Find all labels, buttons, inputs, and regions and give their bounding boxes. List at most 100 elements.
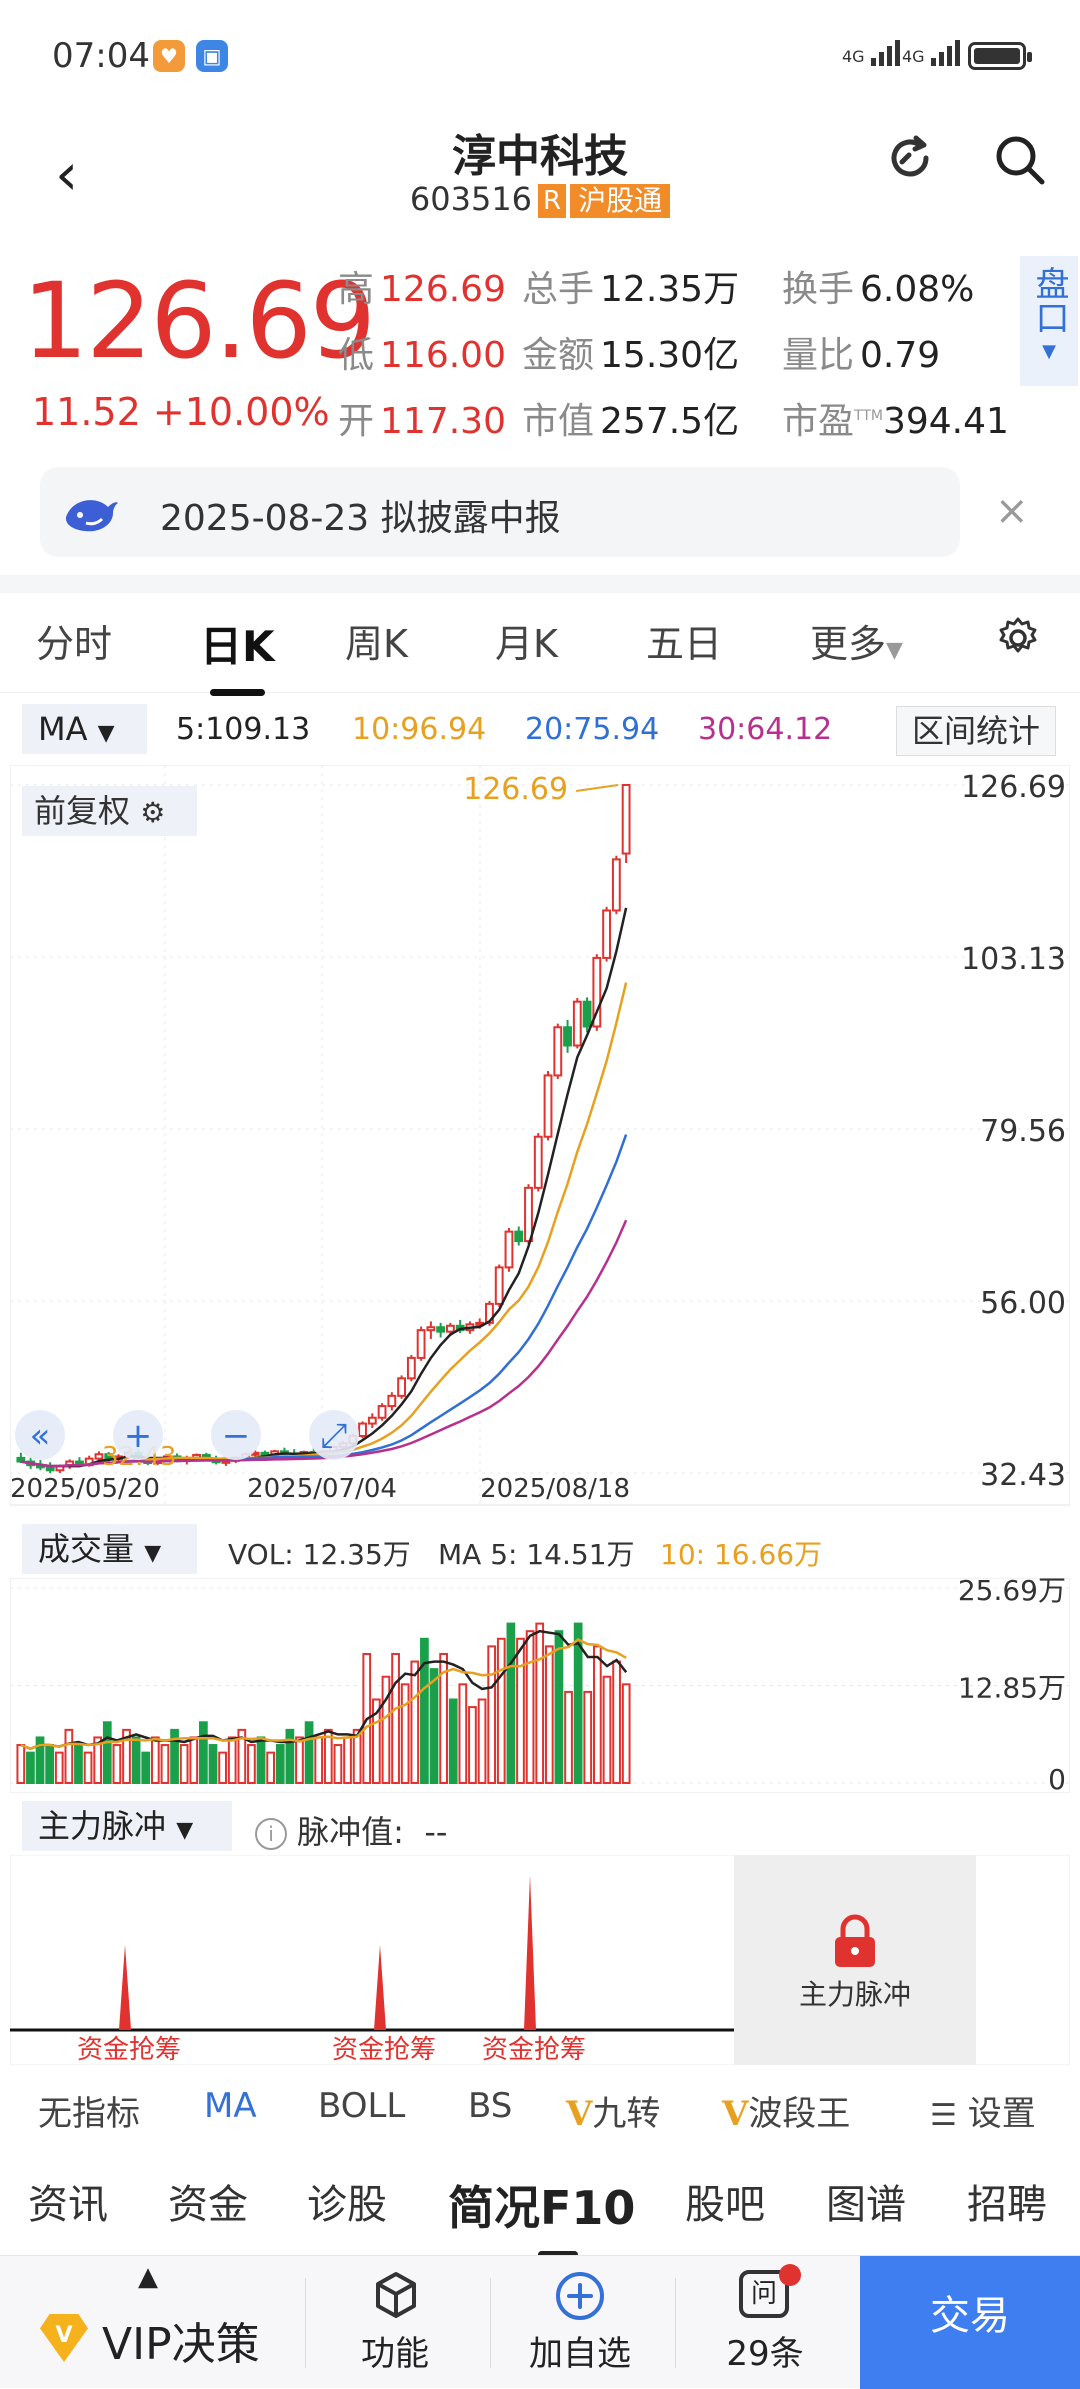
pulse-tag: 资金抢筹 <box>482 2035 586 2065</box>
volume-bar <box>16 1744 26 1784</box>
kline-chart[interactable]: 126.69103.1379.5656.0032.43126.6932.4320… <box>10 765 1070 1525</box>
volume-bar <box>247 1744 256 1784</box>
volume-bar <box>295 1736 304 1784</box>
volume-bar <box>199 1721 208 1785</box>
last-price: 126.69 <box>22 260 376 382</box>
ind-boll[interactable]: BOLL <box>318 2086 405 2126</box>
gear-icon[interactable] <box>995 615 1041 661</box>
range-stats-button[interactable]: 区间统计 <box>896 706 1056 756</box>
candle <box>602 909 612 959</box>
function-button[interactable]: 功能 <box>305 2256 485 2389</box>
plus-circle-icon <box>556 2272 604 2320</box>
trade-button[interactable]: 交易 <box>860 2256 1080 2389</box>
vol-y-label: 12.85万 <box>958 1671 1066 1704</box>
status-bar: 07:04 ♥ ▣ 4G 4G <box>0 0 1080 120</box>
max-marker <box>575 784 619 792</box>
tab-graph[interactable]: 图谱 <box>826 2172 906 2230</box>
volume-bar <box>256 1736 266 1784</box>
candle <box>426 1326 436 1332</box>
candle <box>445 1324 455 1333</box>
tab-jobs[interactable]: 招聘 <box>967 2172 1047 2230</box>
volume-bar <box>218 1751 227 1784</box>
quote-market-cap: 市值 257.5亿 <box>522 401 740 442</box>
badge-hgt: 沪股通 <box>570 184 671 218</box>
tab-forum[interactable]: 股吧 <box>685 2172 765 2230</box>
tab-f10[interactable]: 简况F10 <box>448 2172 635 2258</box>
ind-bs[interactable]: BS <box>468 2086 512 2126</box>
battery-icon <box>968 42 1032 70</box>
price-change: 11.52 +10.00% <box>32 390 330 434</box>
status-time: 07:04 <box>52 36 150 76</box>
volume-bar <box>304 1721 314 1785</box>
scroll-left-icon[interactable]: « <box>15 1410 65 1460</box>
pulse-spike <box>374 1945 386 2030</box>
candle <box>397 1377 407 1397</box>
candle <box>621 784 631 855</box>
tab-five-day[interactable]: 五日 <box>646 613 722 668</box>
x-tick-label: 2025/05/20 <box>10 1474 160 1504</box>
vol-value: VOL: 12.35万 <box>228 1538 411 1571</box>
pulse-select[interactable]: 主力脉冲 ▼ <box>22 1801 232 1851</box>
candle <box>45 1466 55 1472</box>
volume-bar <box>564 1690 573 1784</box>
quote-panel: 126.69 11.52 +10.00% 高 126.69 低 116.00 开 11… <box>0 250 1080 460</box>
volume-bar <box>602 1675 612 1784</box>
tab-week-k[interactable]: 周K <box>345 613 408 668</box>
volume-bar <box>141 1751 151 1784</box>
refresh-icon[interactable] <box>880 128 940 188</box>
ma-select[interactable]: MA ▼ <box>22 704 147 754</box>
notice-banner[interactable]: 2025-08-23 拟披露中报 <box>40 467 960 557</box>
tab-news[interactable]: 资讯 <box>28 2172 108 2230</box>
volume-bar <box>83 1751 93 1784</box>
quote-turnover: 换手 6.08% <box>782 269 975 310</box>
volume-bar <box>189 1736 199 1784</box>
close-icon[interactable]: × <box>995 488 1029 534</box>
volume-chart[interactable]: 25.69万 12.85万 0 <box>10 1578 1070 1793</box>
notice-text: 2025-08-23 拟披露中报 <box>160 498 561 539</box>
tab-month-k[interactable]: 月K <box>495 613 558 668</box>
ind-jiuzhuan[interactable]: V九转 <box>566 2086 660 2135</box>
app-notification-icon: ♥ <box>153 40 185 72</box>
pankou-button[interactable]: 盘口 ▼ <box>1020 256 1078 386</box>
tab-diagnose[interactable]: 诊股 <box>307 2172 387 2230</box>
candle <box>543 1074 553 1138</box>
volume-bar <box>54 1751 64 1784</box>
messages-button[interactable]: 问 29条 <box>675 2256 855 2389</box>
candle <box>387 1394 397 1408</box>
quote-low: 低 116.00 <box>338 335 506 376</box>
volume-bar <box>477 1698 487 1784</box>
vol-ma10: 10: 16.66万 <box>660 1538 823 1571</box>
ind-settings[interactable]: ☰ 设置 <box>930 2086 1036 2135</box>
fuquan-select[interactable]: 前复权 ⚙ <box>22 786 197 836</box>
ind-ma[interactable]: MA <box>204 2086 257 2126</box>
svg-text:«: « <box>30 1416 51 1456</box>
search-icon[interactable] <box>990 130 1050 190</box>
tab-more[interactable]: 更多▼ <box>810 613 903 668</box>
candle <box>524 1186 533 1243</box>
zoom-in-icon[interactable]: + <box>113 1410 163 1460</box>
ind-none[interactable]: 无指标 <box>38 2086 140 2135</box>
lock-text: 主力脉冲 <box>798 1978 911 2011</box>
volume-bar <box>448 1698 458 1784</box>
ma5-value: 5:109.13 <box>176 712 311 747</box>
volume-select[interactable]: 成交量 ▼ <box>22 1524 197 1574</box>
fullscreen-icon[interactable]: ⤢ <box>309 1410 359 1460</box>
pulse-spike <box>524 1875 536 2030</box>
tab-fenshi[interactable]: 分时 <box>36 613 112 668</box>
app-notification-icon-2: ▣ <box>196 40 228 72</box>
badge-r: R <box>538 184 567 218</box>
tab-funds[interactable]: 资金 <box>168 2172 248 2230</box>
signal-icon: 4G <box>842 38 900 66</box>
locked-indicator-panel[interactable]: 主力脉冲 <box>734 1855 976 2065</box>
settings-icon: ☰ <box>930 2098 957 2133</box>
vip-button[interactable]: ▲ V VIP决策 <box>0 2256 300 2389</box>
pulse-spike <box>119 1945 131 2030</box>
lock-icon <box>835 1914 875 1967</box>
volume-bar <box>266 1751 276 1784</box>
tab-day-k[interactable]: 日K <box>200 613 275 696</box>
add-watchlist-button[interactable]: 加自选 <box>490 2256 670 2389</box>
red-dot-badge <box>779 2264 801 2286</box>
ind-boduanwang[interactable]: V波段王 <box>722 2086 850 2135</box>
zoom-out-icon[interactable]: − <box>211 1410 261 1460</box>
volume-legend-bar: 成交量 ▼ VOL: 12.35万 MA 5: 14.51万 10: 16.66… <box>0 1520 1080 1578</box>
